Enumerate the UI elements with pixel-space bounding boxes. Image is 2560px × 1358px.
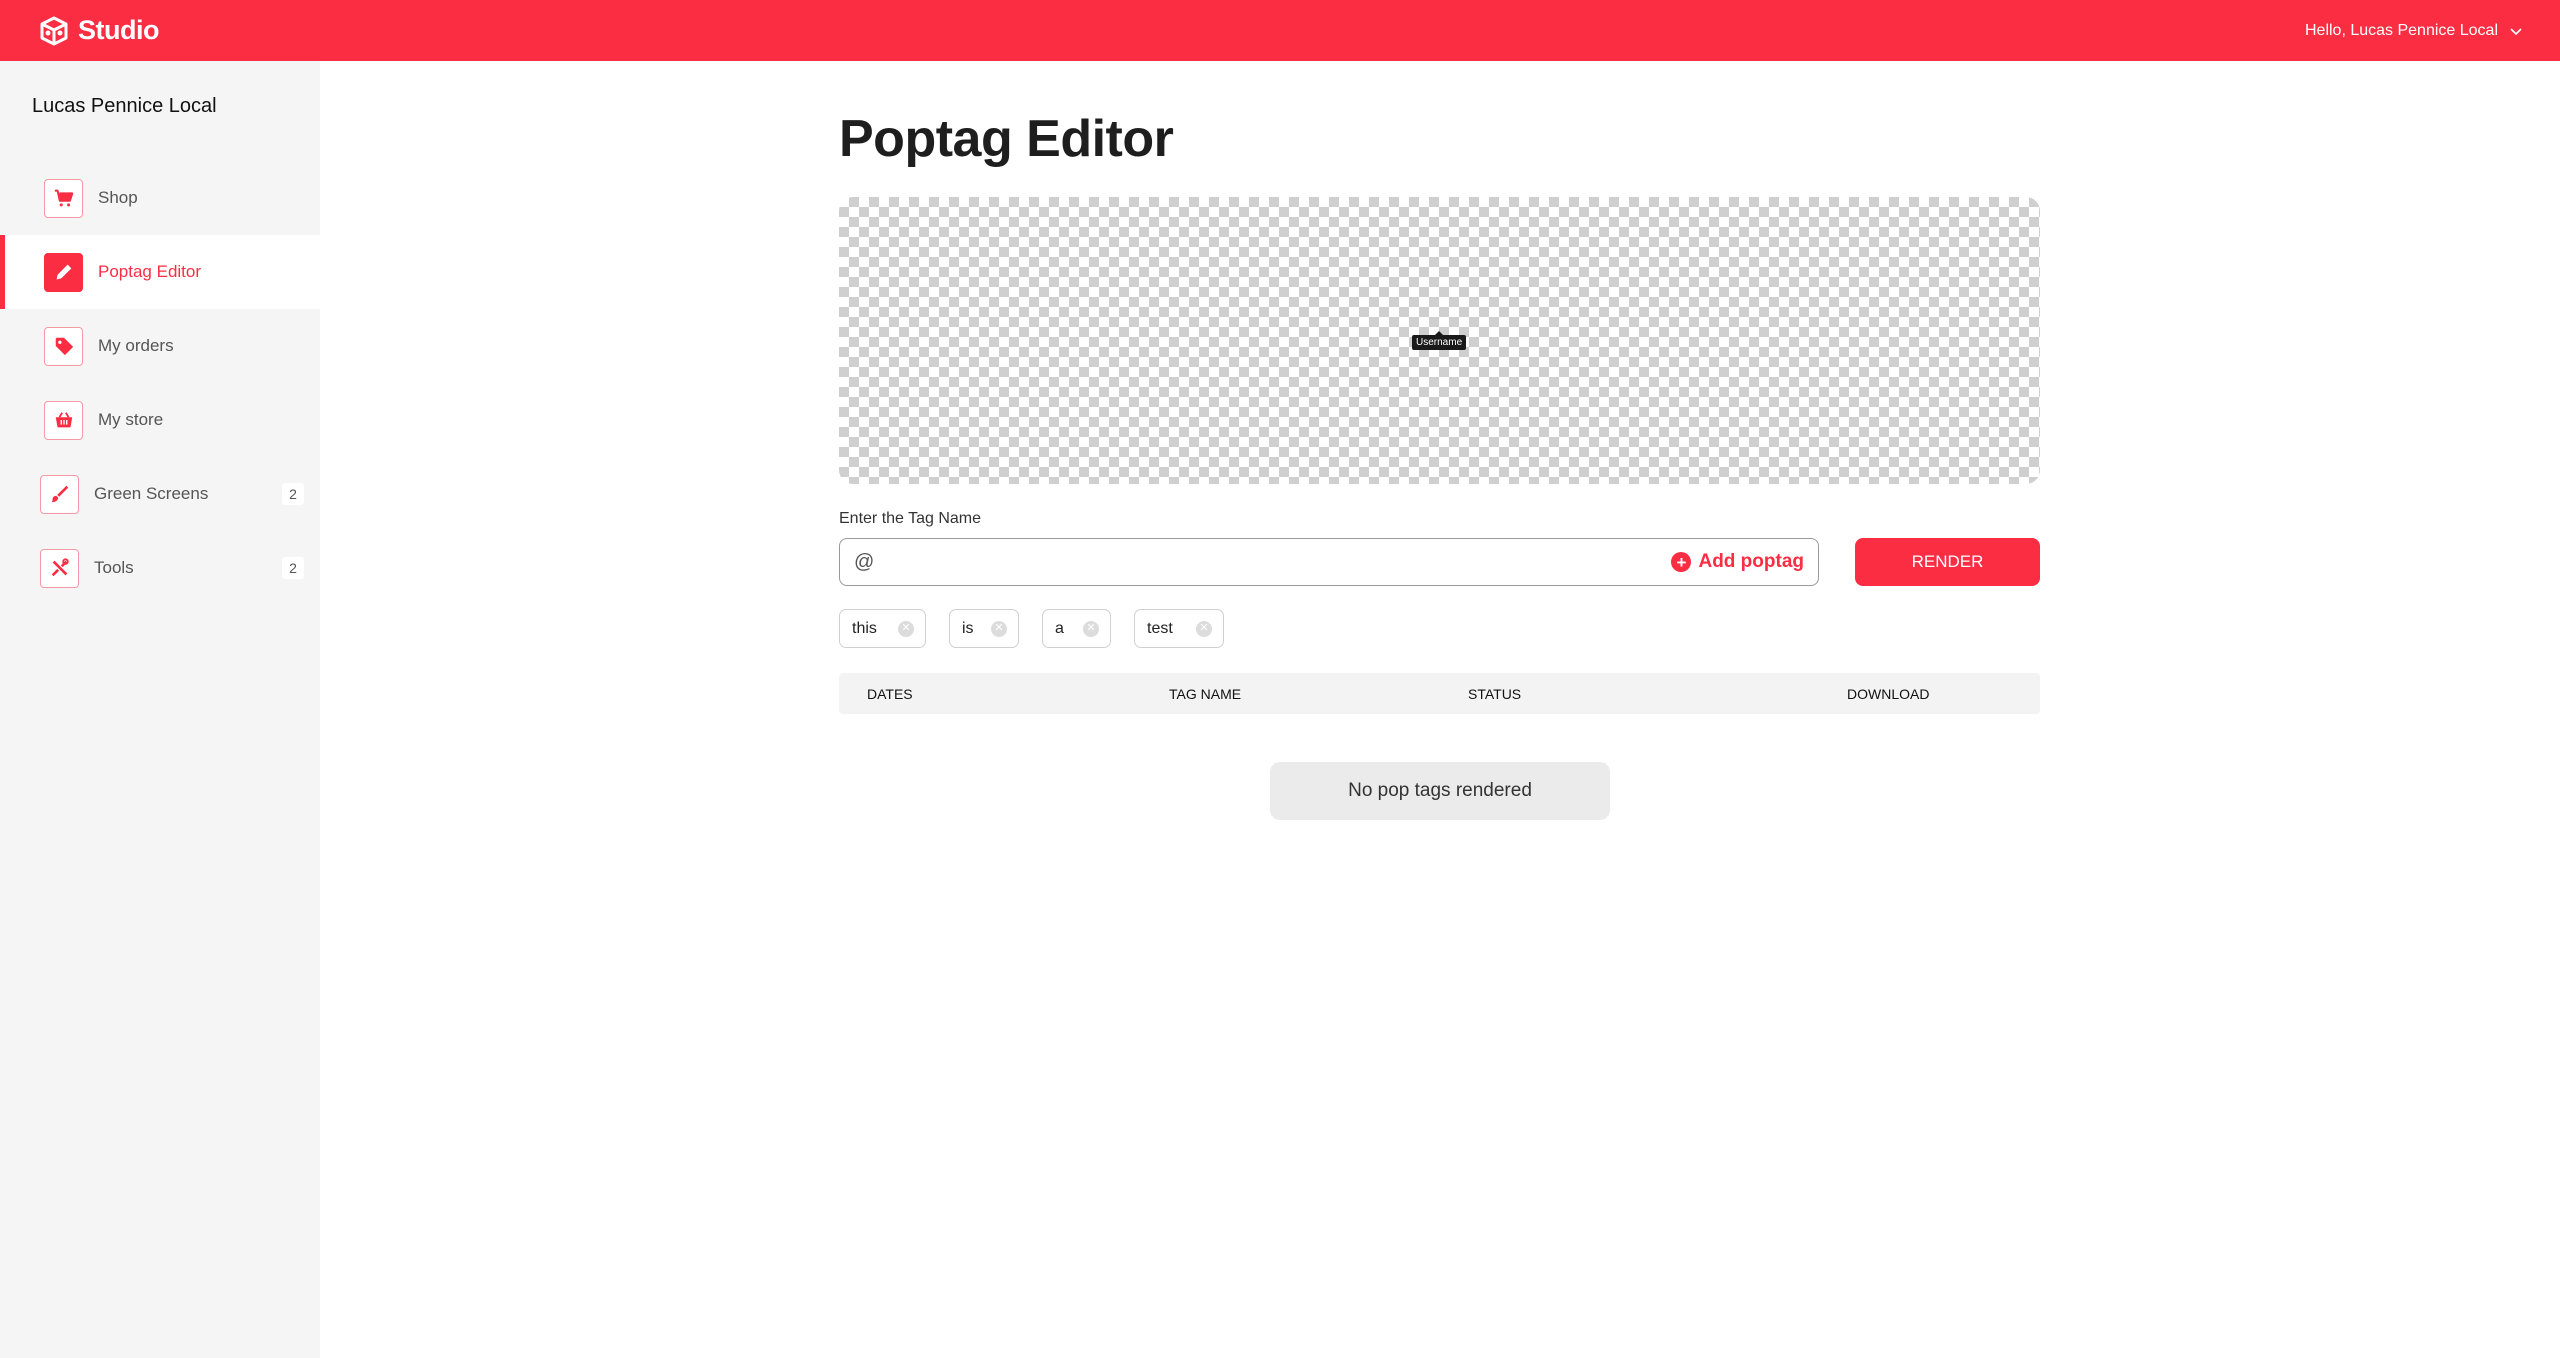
count-badge: 2 [282,557,304,579]
tag-name-label: Enter the Tag Name [839,510,982,527]
remove-chip-icon[interactable]: ✕ [898,620,914,637]
renders-table-header: DATES TAG NAME STATUS DOWNLOAD [839,673,2040,714]
column-dates[interactable]: DATES [867,686,913,702]
tag-name-input[interactable] [854,550,1672,574]
sidebar-item-green-screens[interactable]: Green Screens 2 [0,457,320,531]
render-button[interactable]: RENDER [1855,538,2040,586]
sidebar-item-my-orders[interactable]: My orders [0,309,320,383]
tag-name-field: + Add poptag [839,538,1819,586]
sidebar-item-poptag-editor[interactable]: Poptag Editor [0,235,320,309]
remove-chip-icon[interactable]: ✕ [1083,620,1099,637]
tag-chip: a ✕ [1042,609,1111,648]
add-poptag-label: Add poptag [1698,551,1804,572]
tag-chip: is ✕ [949,609,1019,648]
sidebar: Lucas Pennice Local Shop Poptag Editor M… [0,61,320,1358]
sidebar-item-label: Green Screens [94,484,209,503]
cart-icon [44,178,83,218]
tag-chip-label: this [852,619,877,637]
preview-username-tag[interactable]: Username [1412,331,1467,350]
user-menu[interactable]: Hello, Lucas Pennice Local [2305,22,2524,40]
add-poptag-button[interactable]: + Add poptag [1671,551,1804,573]
sidebar-item-label: Tools [94,558,134,577]
brand[interactable]: Studio [38,15,159,47]
sidebar-nav: Shop Poptag Editor My orders My store Gr [0,161,320,605]
remove-chip-icon[interactable]: ✕ [991,620,1007,637]
plus-circle-icon: + [1671,552,1692,572]
poptag-preview-canvas[interactable]: Username [839,197,2040,484]
column-tag-name[interactable]: TAG NAME [1169,686,1241,702]
count-badge: 2 [282,483,304,505]
pencil-icon [44,252,83,292]
column-status[interactable]: STATUS [1468,686,1521,702]
tag-chip: test ✕ [1134,609,1224,648]
sidebar-item-label: Poptag Editor [98,262,202,281]
brand-name: Studio [78,15,159,45]
user-greeting: Hello, Lucas Pennice Local [2304,21,2498,39]
column-download[interactable]: DOWNLOAD [1847,686,1929,702]
sidebar-item-label: My orders [98,336,174,355]
basket-icon [44,400,83,440]
sidebar-account-name: Lucas Pennice Local [32,95,217,117]
top-bar: Studio Hello, Lucas Pennice Local [0,0,2560,61]
empty-state-message: No pop tags rendered [1270,762,1610,820]
remove-chip-icon[interactable]: ✕ [1196,620,1212,637]
chevron-down-icon [2510,27,2522,35]
logo-icon [38,15,70,47]
brush-icon [40,474,79,514]
tag-chip-label: test [1147,619,1173,637]
tag-chip: this ✕ [839,609,926,648]
sidebar-item-label: Shop [98,188,138,207]
sidebar-item-tools[interactable]: Tools 2 [0,531,320,605]
tag-icon [44,326,83,366]
page-title: Poptag Editor [839,110,1174,168]
sidebar-item-my-store[interactable]: My store [0,383,320,457]
sidebar-item-label: My store [98,410,164,429]
sidebar-item-shop[interactable]: Shop [0,161,320,235]
tag-chips: this ✕ is ✕ a ✕ test ✕ [839,609,1224,648]
tag-chip-label: is [962,619,974,637]
tag-chip-label: a [1055,619,1064,637]
tools-icon [40,548,79,588]
